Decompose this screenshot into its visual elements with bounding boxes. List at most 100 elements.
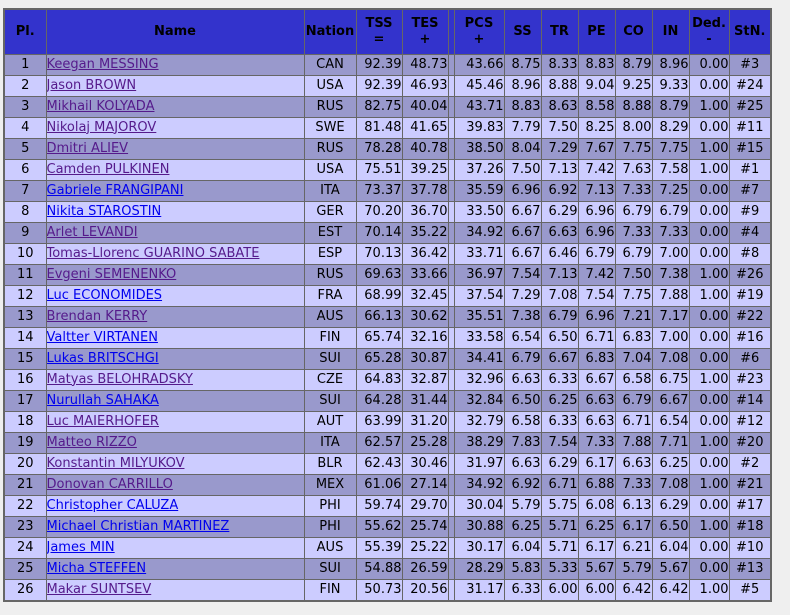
skater-name-link[interactable]: Matyas BELOHRADSKY xyxy=(47,372,193,387)
cell-tss: 54.88 xyxy=(355,558,403,580)
cell-nation: AUT xyxy=(303,411,357,433)
column-header-in-label: IN xyxy=(662,23,679,39)
skater-name-link[interactable]: James MIN xyxy=(47,540,115,555)
column-header-ss[interactable]: SS xyxy=(503,8,542,55)
cell-starting-number: #25 xyxy=(728,96,772,118)
cell-nation: RUS xyxy=(303,264,357,286)
cell-tss: 70.13 xyxy=(355,243,403,265)
cell-pe: 6.71 xyxy=(577,327,616,349)
skater-name-link[interactable]: Nikita STAROSTIN xyxy=(47,204,161,219)
cell-tss: 73.37 xyxy=(355,180,403,202)
cell-co: 6.63 xyxy=(614,453,653,475)
cell-nation: SWE xyxy=(303,117,357,139)
column-header-place-label: Pl. xyxy=(15,23,35,39)
table-row: 7 Gabriele FRANGIPANI ITA 73.37 37.78 35.59 6.… xyxy=(3,180,772,202)
table-row: 21 Donovan CARRILLO MEX 61.06 27.14 34.92 6.92… xyxy=(3,474,772,496)
cell-place: 9 xyxy=(3,222,47,244)
skater-name-link[interactable]: Michael Christian MARTINEZ xyxy=(47,519,229,534)
cell-place: 15 xyxy=(3,348,47,370)
column-header-tr[interactable]: TR xyxy=(540,8,579,55)
column-header-co[interactable]: CO xyxy=(614,8,653,55)
column-header-tes[interactable]: TES + xyxy=(401,8,449,55)
skater-name-link[interactable]: Micha STEFFEN xyxy=(47,561,146,576)
skater-name-link[interactable]: Lukas BRITSCHGI xyxy=(47,351,159,366)
table-row: 8 Nikita STAROSTIN GER 70.20 36.70 33.50 6.67 6… xyxy=(3,201,772,223)
cell-place: 20 xyxy=(3,453,47,475)
cell-ss: 8.96 xyxy=(503,75,542,97)
cell-ss: 5.79 xyxy=(503,495,542,517)
column-header-place[interactable]: Pl. xyxy=(3,8,47,55)
skater-name-link[interactable]: Gabriele FRANGIPANI xyxy=(47,183,183,198)
cell-ded: 1.00 xyxy=(688,159,730,181)
cell-starting-number: #11 xyxy=(728,117,772,139)
cell-pcs: 39.83 xyxy=(453,117,505,139)
cell-tes: 30.87 xyxy=(401,348,449,370)
skater-name-link[interactable]: Tomas-Llorenc GUARINO SABATE xyxy=(47,246,259,261)
skater-name-link[interactable]: Nurullah SAHAKA xyxy=(47,393,159,408)
cell-place: 2 xyxy=(3,75,47,97)
skater-name-link[interactable]: Nikolaj MAJOROV xyxy=(47,120,156,135)
column-header-starting-number[interactable]: StN. xyxy=(728,8,772,55)
table-row: 6 Camden PULKINEN USA 75.51 39.25 37.26 7.50 7.… xyxy=(3,159,772,181)
column-header-pcs-sign: + xyxy=(473,31,485,47)
cell-tes: 40.04 xyxy=(401,96,449,118)
skater-name-link[interactable]: Matteo RIZZO xyxy=(47,435,137,450)
cell-pe: 6.88 xyxy=(577,474,616,496)
cell-name: Matyas BELOHRADSKY xyxy=(45,369,305,391)
cell-tes: 30.46 xyxy=(401,453,449,475)
cell-ss: 7.79 xyxy=(503,117,542,139)
cell-ded: 1.00 xyxy=(688,579,730,602)
cell-pcs: 33.50 xyxy=(453,201,505,223)
skater-name-link[interactable]: Dmitri ALIEV xyxy=(47,141,128,156)
results-table: Pl. Name Nation TSS = TES + PCS + SS TR … xyxy=(3,8,772,602)
cell-ded: 1.00 xyxy=(688,516,730,538)
skater-name-link[interactable]: Arlet LEVANDI xyxy=(47,225,138,240)
cell-starting-number: #8 xyxy=(728,243,772,265)
cell-tss: 70.14 xyxy=(355,222,403,244)
column-header-pcs[interactable]: PCS + xyxy=(453,8,505,55)
cell-co: 6.21 xyxy=(614,537,653,559)
cell-name: Christopher CALUZA xyxy=(45,495,305,517)
cell-starting-number: #23 xyxy=(728,369,772,391)
skater-name-link[interactable]: Christopher CALUZA xyxy=(47,498,178,513)
cell-tes: 33.66 xyxy=(401,264,449,286)
cell-co: 7.33 xyxy=(614,474,653,496)
skater-name-link[interactable]: Evgeni SEMENENKO xyxy=(47,267,176,282)
skater-name-link[interactable]: Brendan KERRY xyxy=(47,309,147,324)
cell-nation: USA xyxy=(303,75,357,97)
cell-place: 13 xyxy=(3,306,47,328)
skater-name-link[interactable]: Jason BROWN xyxy=(47,78,136,93)
column-header-tss[interactable]: TSS = xyxy=(355,8,403,55)
cell-name: Nurullah SAHAKA xyxy=(45,390,305,412)
cell-nation: SUI xyxy=(303,390,357,412)
cell-in: 7.88 xyxy=(651,285,690,307)
cell-place: 22 xyxy=(3,495,47,517)
cell-ss: 6.58 xyxy=(503,411,542,433)
cell-place: 8 xyxy=(3,201,47,223)
skater-name-link[interactable]: Donovan CARRILLO xyxy=(47,477,173,492)
skater-name-link[interactable]: Camden PULKINEN xyxy=(47,162,169,177)
skater-name-link[interactable]: Mikhail KOLYADA xyxy=(47,99,154,114)
skater-name-link[interactable]: Luc ECONOMIDES xyxy=(47,288,162,303)
cell-name: Makar SUNTSEV xyxy=(45,579,305,602)
cell-in: 6.54 xyxy=(651,411,690,433)
cell-nation: ESP xyxy=(303,243,357,265)
cell-tes: 25.74 xyxy=(401,516,449,538)
column-header-in[interactable]: IN xyxy=(651,8,690,55)
skater-name-link[interactable]: Valtter VIRTANEN xyxy=(47,330,158,345)
skater-name-link[interactable]: Konstantin MILYUKOV xyxy=(47,456,184,471)
cell-ss: 6.79 xyxy=(503,348,542,370)
skater-name-link[interactable]: Luc MAIERHOFER xyxy=(47,414,159,429)
column-header-pe[interactable]: PE xyxy=(577,8,616,55)
cell-place: 7 xyxy=(3,180,47,202)
column-header-name[interactable]: Name xyxy=(45,8,305,55)
skater-name-link[interactable]: Keegan MESSING xyxy=(47,57,159,72)
column-header-nation[interactable]: Nation xyxy=(303,8,357,55)
cell-ded: 0.00 xyxy=(688,243,730,265)
cell-pcs: 35.59 xyxy=(453,180,505,202)
cell-in: 7.33 xyxy=(651,222,690,244)
column-header-deductions[interactable]: Ded. - xyxy=(688,8,730,55)
table-row: 2 Jason BROWN USA 92.39 46.93 45.46 8.96 8.88 9.… xyxy=(3,75,772,97)
cell-in: 8.79 xyxy=(651,96,690,118)
skater-name-link[interactable]: Makar SUNTSEV xyxy=(47,582,151,597)
